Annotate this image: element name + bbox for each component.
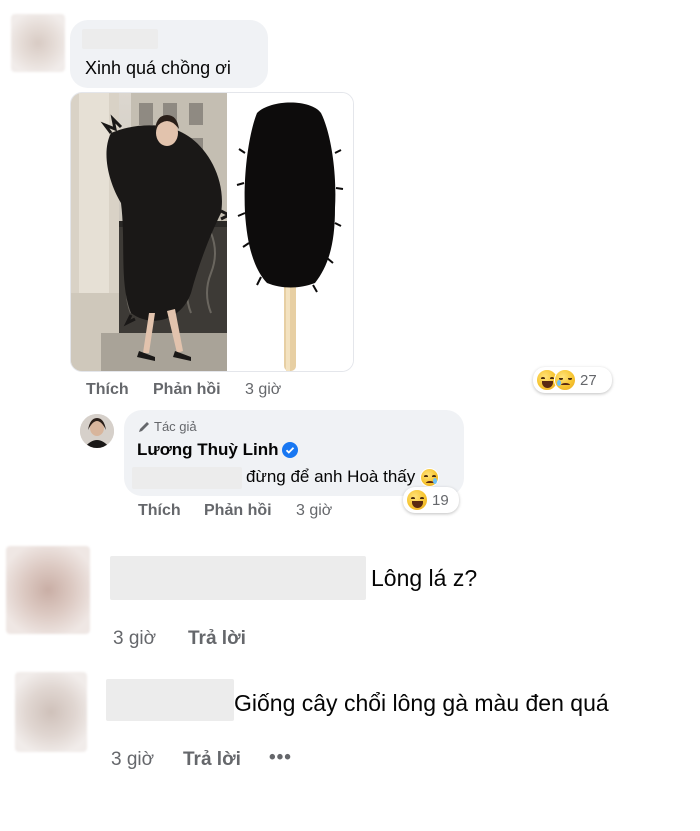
commenter-avatar[interactable]	[15, 672, 87, 752]
reaction-count: 27	[580, 371, 597, 389]
sad-tear-emoji-icon	[420, 467, 440, 487]
author-avatar[interactable]	[80, 414, 114, 448]
reply-reaction-summary[interactable]: 19	[403, 487, 459, 513]
reply-timestamp: 3 giờ	[296, 502, 333, 519]
commenter-avatar[interactable]	[6, 546, 90, 634]
reply-reaction-count: 19	[432, 491, 449, 509]
reply-like-button[interactable]: Thích	[138, 502, 181, 520]
reply-button[interactable]: Trả lời	[183, 749, 241, 771]
like-button[interactable]: Thích	[86, 381, 129, 399]
author-badge: Tác giả	[137, 419, 197, 434]
commenter-name-redacted[interactable]	[110, 556, 366, 600]
more-options-icon[interactable]: •••	[269, 747, 292, 769]
reaction-summary[interactable]: 27	[533, 367, 612, 393]
crying-emoji-icon	[554, 369, 576, 391]
laughing-emoji-icon	[406, 489, 428, 511]
comment-image-attachment[interactable]	[70, 92, 354, 372]
reply-button[interactable]: Phản hồi	[153, 381, 221, 399]
commenter-name-redacted[interactable]	[106, 679, 234, 721]
pencil-icon	[139, 421, 149, 432]
author-name[interactable]: Lương Thuỳ Linh	[137, 440, 278, 460]
reply-button[interactable]: Trả lời	[188, 628, 246, 650]
author-reply-bubble: Tác giả Lương Thuỳ Linh đừng để anh Hoà …	[124, 410, 464, 496]
reply-reply-button[interactable]: Phản hồi	[204, 502, 272, 520]
reply-text: đừng để anh Hoà thấy	[246, 467, 416, 486]
author-badge-label: Tác giả	[154, 419, 197, 434]
comment-timestamp: 3 giờ	[113, 628, 157, 649]
comment-text: Lông lá z?	[371, 565, 478, 591]
mentioned-name-redacted[interactable]	[132, 467, 242, 489]
commenter-name-redacted[interactable]	[82, 29, 158, 49]
comment-bubble: Xinh quá chồng ơi	[70, 20, 268, 88]
comment-text: Giống cây chổi lông gà màu đen quá	[234, 690, 609, 716]
comment-timestamp: 3 giờ	[245, 381, 282, 398]
fashion-photo	[71, 93, 227, 371]
comment-timestamp: 3 giờ	[111, 749, 155, 770]
comment-text: Xinh quá chồng ơi	[85, 58, 231, 78]
verified-badge-icon	[282, 442, 299, 458]
commenter-avatar[interactable]	[11, 14, 65, 72]
feather-duster-photo	[227, 93, 353, 371]
